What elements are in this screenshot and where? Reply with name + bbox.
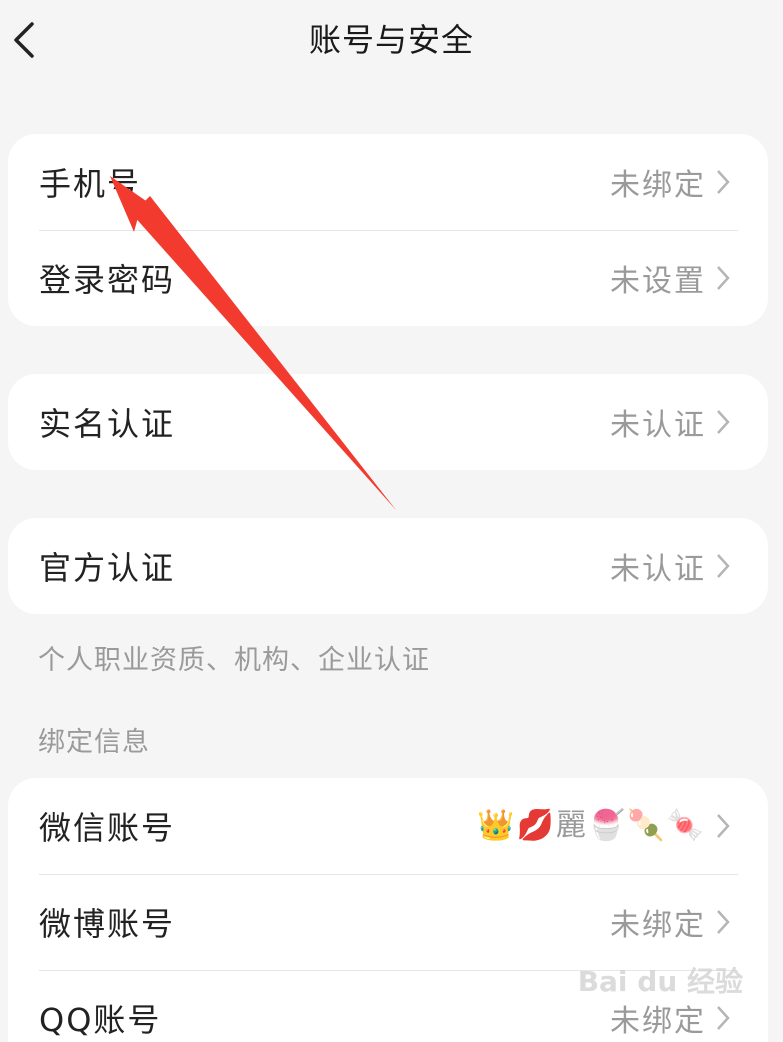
official-note: 个人职业资质、机构、企业认证 — [38, 645, 430, 676]
page-title: 账号与安全 — [308, 21, 474, 59]
weibo-row[interactable]: 微博账号 未绑定 — [8, 874, 768, 970]
wechat-row[interactable]: 微信账号 👑💋麗🍧🍡🍬 — [8, 778, 768, 874]
wechat-nickname: 👑💋麗🍧🍡🍬 — [477, 808, 706, 843]
weibo-status: 未绑定 — [610, 908, 706, 943]
phone-status: 未绑定 — [610, 168, 706, 203]
chevron-right-icon — [717, 410, 730, 434]
security-card: 手机号 未绑定 登录密码 未设置 — [8, 134, 768, 326]
password-label: 登录密码 — [39, 261, 176, 299]
official-status: 未认证 — [610, 552, 706, 587]
password-row[interactable]: 登录密码 未设置 — [8, 230, 768, 326]
official-row[interactable]: 官方认证 未认证 — [8, 518, 768, 614]
chevron-right-icon — [717, 1006, 730, 1030]
official-label: 官方认证 — [39, 549, 176, 587]
chevron-right-icon — [717, 170, 730, 194]
realname-card: 实名认证 未认证 — [8, 374, 768, 470]
chevron-right-icon — [717, 910, 730, 934]
binding-card: 微信账号 👑💋麗🍧🍡🍬 微博账号 未绑定 QQ账号 未绑定 — [8, 778, 768, 1042]
password-status: 未设置 — [610, 264, 706, 299]
realname-row[interactable]: 实名认证 未认证 — [8, 374, 768, 470]
realname-status: 未认证 — [610, 408, 706, 443]
chevron-right-icon — [717, 554, 730, 578]
phone-label: 手机号 — [39, 165, 142, 203]
official-card: 官方认证 未认证 — [8, 518, 768, 614]
navigation-bar: 账号与安全 — [0, 0, 783, 84]
qq-label: QQ账号 — [39, 1001, 162, 1039]
chevron-right-icon — [717, 814, 730, 838]
qq-status: 未绑定 — [610, 1004, 706, 1039]
baidu-watermark: Bai du 经验 — [577, 965, 743, 998]
realname-label: 实名认证 — [39, 405, 176, 443]
wechat-label: 微信账号 — [39, 809, 176, 847]
weibo-label: 微博账号 — [39, 905, 176, 943]
phone-row[interactable]: 手机号 未绑定 — [8, 134, 768, 230]
chevron-right-icon — [717, 266, 730, 290]
binding-section-title: 绑定信息 — [38, 727, 150, 758]
